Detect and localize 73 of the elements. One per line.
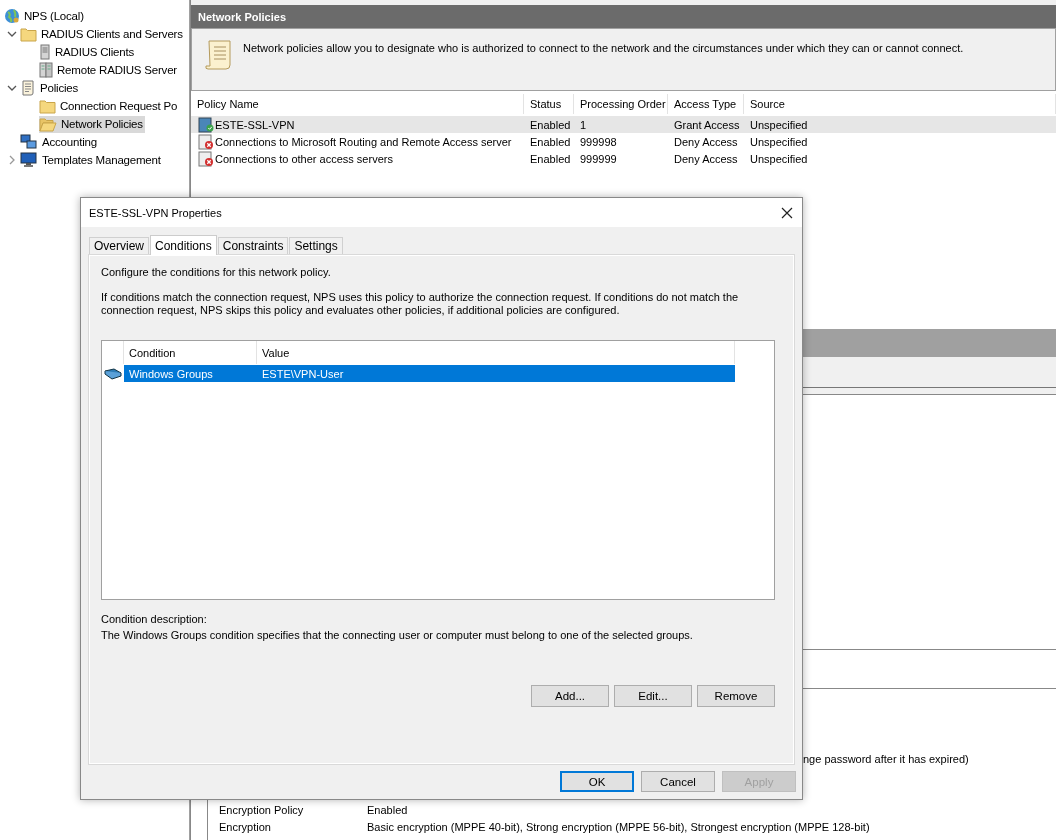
intro-text: Configure the conditions for this network policy. bbox=[101, 266, 332, 278]
monitor-icon bbox=[20, 152, 38, 168]
list-button[interactable]: Add... bbox=[531, 685, 609, 707]
computers-icon bbox=[20, 134, 38, 150]
table-cell: Unspecified bbox=[750, 135, 808, 148]
policy-denied-icon bbox=[198, 150, 214, 167]
table-cell: 999999 bbox=[580, 152, 617, 165]
table-cell: Deny Access bbox=[674, 135, 738, 148]
tree-item[interactable]: NPS (Local) bbox=[4, 7, 86, 25]
tree-item[interactable]: RADIUS Clients bbox=[39, 43, 136, 61]
detail-label: Encryption Policy bbox=[218, 803, 305, 816]
table-cell: 1 bbox=[580, 118, 587, 131]
detail-label: Encryption bbox=[218, 820, 272, 833]
pane-title: Network Policies bbox=[198, 10, 287, 23]
tree-item[interactable]: Remote RADIUS Server bbox=[39, 61, 179, 79]
table-cell: Connections to other access servers bbox=[215, 152, 393, 165]
detail-value: Enabled bbox=[367, 803, 408, 816]
policy-row[interactable]: Connections to Microsoft Routing and Remote Access server Enabled 999998 Deny Access Unspecified bbox=[191, 133, 1056, 150]
globe-icon bbox=[4, 8, 20, 24]
tree-item[interactable]: Policies bbox=[20, 79, 81, 97]
close-icon[interactable] bbox=[781, 206, 793, 219]
column-header[interactable]: Status bbox=[524, 94, 574, 114]
tree-item[interactable]: RADIUS Clients and Servers bbox=[20, 25, 185, 43]
list-button[interactable]: Edit... bbox=[614, 685, 692, 707]
condition-row[interactable]: Windows Groups ESTE\VPN-User bbox=[124, 365, 735, 382]
tree-item[interactable]: Connection Request Po bbox=[39, 97, 180, 115]
tree-item[interactable]: Templates Management bbox=[20, 151, 163, 169]
description-label: Condition description: bbox=[101, 613, 208, 625]
tab[interactable]: Constraints bbox=[217, 237, 289, 254]
chevron-down-icon[interactable] bbox=[7, 30, 17, 38]
policy-row[interactable]: ESTE-SSL-VPN Enabled 1 Grant Access Unspecified bbox=[191, 116, 1056, 133]
dialog-button[interactable]: OK bbox=[560, 771, 634, 792]
table-cell: Enabled bbox=[530, 118, 571, 131]
table-cell: 999998 bbox=[580, 135, 617, 148]
policy-granted-icon bbox=[198, 116, 214, 133]
condition-description: The Windows Groups condition specifies that the connecting user or computer must belong to one of the selected groups. bbox=[101, 629, 694, 641]
server-icon bbox=[39, 44, 51, 60]
column-header[interactable]: Condition bbox=[124, 341, 257, 364]
table-cell: Enabled bbox=[530, 152, 571, 165]
description-text: Network policies allow you to designate who is authorized to connect to the network and the circumstances under which they can or cannot connect. bbox=[243, 41, 964, 54]
table-cell: Deny Access bbox=[674, 152, 738, 165]
chevron-right-icon[interactable] bbox=[8, 155, 16, 165]
folder-icon bbox=[20, 26, 37, 42]
policy-denied-icon bbox=[198, 133, 214, 150]
column-header[interactable]: Processing Order bbox=[574, 94, 668, 114]
table-cell: ESTE-SSL-VPN bbox=[215, 118, 295, 131]
table-cell: Grant Access bbox=[674, 118, 740, 131]
tab[interactable]: Overview bbox=[89, 237, 149, 254]
list-button[interactable]: Remove bbox=[697, 685, 775, 707]
column-header[interactable]: Source bbox=[744, 94, 1056, 114]
column-header[interactable]: Value bbox=[257, 341, 735, 364]
scroll-icon bbox=[204, 39, 234, 71]
column-header[interactable]: Policy Name bbox=[191, 94, 524, 114]
group-icon bbox=[104, 367, 122, 380]
open-folder-icon bbox=[39, 116, 57, 132]
dialog-title: ESTE-SSL-VPN Properties bbox=[89, 206, 222, 219]
column-header[interactable]: Access Type bbox=[668, 94, 744, 114]
explanation-text: If conditions match the connection request, NPS uses this policy to authorize the connection request. If conditions do not match the connection request, NPS skips this policy and evaluates other policies, if additional policies are configured. bbox=[101, 291, 740, 317]
table-cell: Connections to Microsoft Routing and Remote Access server bbox=[215, 135, 512, 148]
table-cell: Enabled bbox=[530, 135, 571, 148]
servers-icon bbox=[39, 62, 53, 78]
tab[interactable]: Settings bbox=[289, 237, 343, 254]
table-cell: Unspecified bbox=[750, 118, 808, 131]
detail-value: Basic encryption (MPPE 40-bit), Strong encryption (MPPE 56-bit), Strongest encryption (MPPE 128-bit) bbox=[367, 820, 870, 833]
tree-item[interactable]: Network Policies bbox=[39, 115, 145, 133]
document-icon bbox=[20, 80, 36, 96]
chevron-down-icon[interactable] bbox=[7, 84, 17, 92]
table-cell: Unspecified bbox=[750, 152, 808, 165]
detail-value: nge password after it has expired) bbox=[803, 752, 969, 765]
dialog-button[interactable]: Cancel bbox=[641, 771, 715, 792]
policy-row[interactable]: Connections to other access servers Enabled 999999 Deny Access Unspecified bbox=[191, 150, 1056, 167]
tab[interactable]: Conditions bbox=[150, 235, 217, 255]
tree-item[interactable]: Accounting bbox=[20, 133, 99, 151]
